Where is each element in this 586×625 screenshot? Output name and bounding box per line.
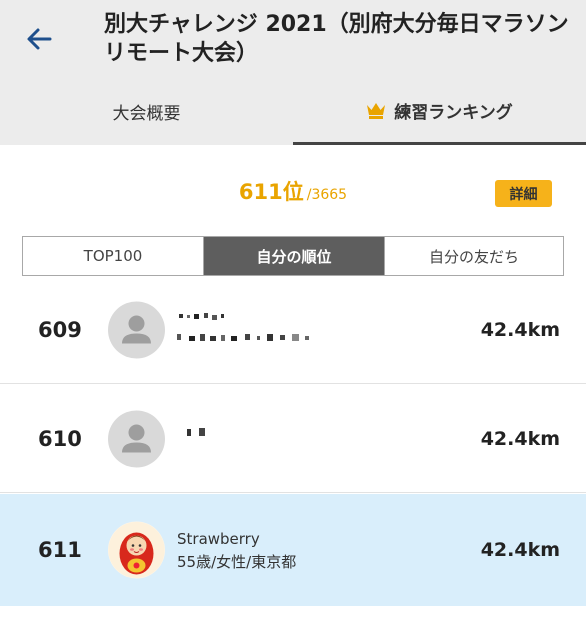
matryoshka-avatar-icon — [108, 521, 165, 579]
my-rank-position: 611位 — [238, 180, 304, 204]
segment-my-rank[interactable]: 自分の順位 — [204, 237, 384, 275]
default-user-icon — [108, 301, 165, 358]
user-profile: 55歳/女性/東京都 — [177, 553, 297, 571]
tab-practice-ranking-label: 練習ランキング — [394, 102, 513, 123]
app-header: 別大チャレンジ 2021（別府大分毎日マラソンリモート大会） 大会概要 練習ラン… — [0, 0, 586, 145]
ranking-number: 609 — [38, 317, 82, 342]
user-name: Strawberry — [177, 530, 260, 548]
redacted-name-block — [177, 313, 309, 341]
ranking-row[interactable]: 610 42.4km — [0, 385, 586, 493]
total-participants: /3665 — [306, 187, 348, 203]
distance-value: 42.4km — [480, 539, 560, 561]
page-title: 別大チャレンジ 2021（別府大分毎日マラソンリモート大会） — [104, 12, 569, 66]
tab-overview[interactable]: 大会概要 — [0, 78, 293, 145]
ranking-number: 611 — [38, 538, 82, 562]
ranking-filter-segment: TOP100 自分の順位 自分の友だち — [22, 236, 564, 276]
distance-value: 42.4km — [480, 318, 560, 341]
default-user-icon — [108, 410, 165, 467]
segment-my-friends[interactable]: 自分の友だち — [384, 237, 563, 275]
tab-practice-ranking[interactable]: 練習ランキング — [293, 78, 586, 145]
tab-overview-label: 大会概要 — [112, 104, 181, 124]
ranking-number: 610 — [38, 426, 82, 451]
redacted-name-block — [187, 428, 205, 436]
detail-button[interactable]: 詳細 — [495, 180, 552, 207]
distance-value: 42.4km — [480, 427, 560, 450]
tab-bar: 大会概要 練習ランキング — [0, 78, 586, 145]
ranking-row-current-user[interactable]: 611 Strawberry 55歳/女性/東京都 42.4km — [0, 494, 586, 606]
ranking-row[interactable]: 609 42.4km — [0, 276, 586, 384]
crown-icon — [367, 103, 386, 119]
segment-top100[interactable]: TOP100 — [23, 237, 204, 275]
back-arrow-icon[interactable] — [22, 22, 56, 56]
